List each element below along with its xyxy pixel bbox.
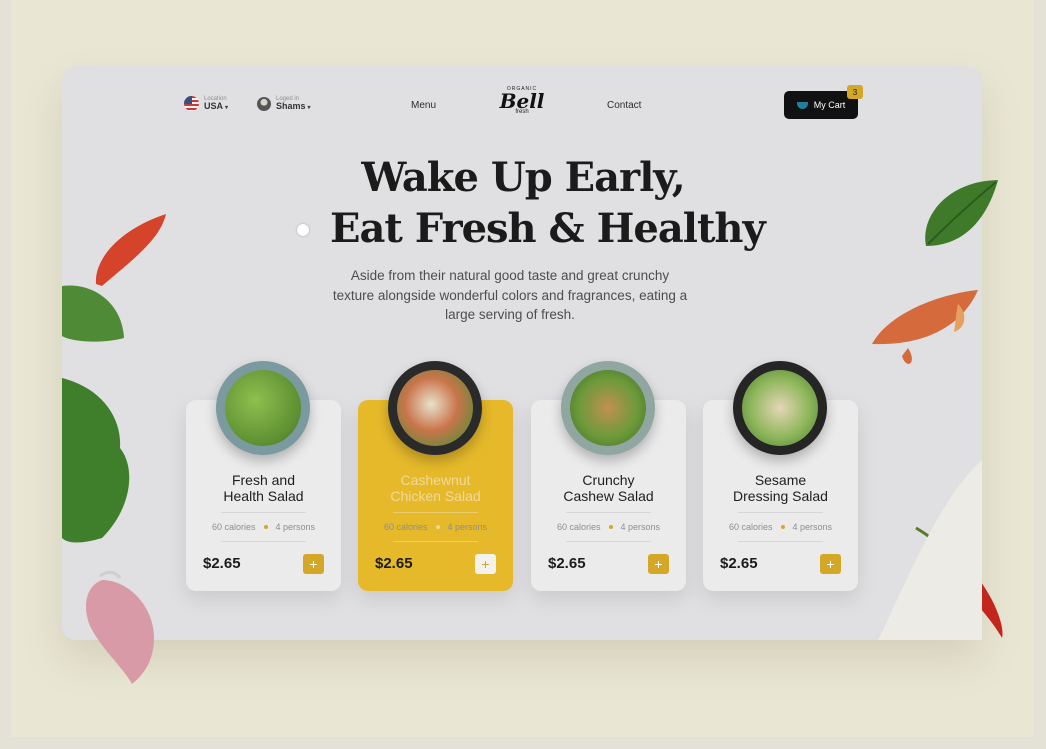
calories-label: 60 calories — [211, 522, 256, 532]
user-selector[interactable]: Loged in Shams ▾ — [257, 96, 311, 111]
product-price: $2.65 — [720, 555, 758, 572]
us-flag-icon — [184, 96, 199, 111]
hero-title-line1: Wake Up Early, — [361, 154, 685, 201]
product-meta: 60 calories 4 persons — [358, 512, 513, 542]
salad-bowl-image — [733, 361, 827, 455]
product-title: Crunchy Cashew Salad — [563, 472, 654, 504]
calories-label: 60 calories — [556, 522, 601, 532]
hero-title-line2: Eat Fresh & Healthy — [330, 205, 766, 252]
product-meta: 60 calories 4 persons — [703, 512, 858, 542]
salad-bowl-image — [561, 361, 655, 455]
add-to-cart-button[interactable]: + — [475, 554, 496, 574]
product-meta: 60 calories 4 persons — [531, 512, 686, 542]
persons-label: 4 persons — [620, 522, 661, 532]
tomato-slice-decoration — [872, 290, 978, 364]
logo-main-text: Bell — [499, 89, 545, 113]
caret-down-icon: ▾ — [307, 105, 311, 111]
product-price: $2.65 — [548, 555, 586, 572]
brand-logo[interactable]: ORGANIC Bell fresh — [492, 86, 552, 122]
nav-link-menu[interactable]: Menu — [411, 100, 436, 111]
bowl-icon — [796, 101, 808, 109]
persons-label: 4 persons — [275, 522, 316, 532]
add-to-cart-button[interactable]: + — [820, 554, 841, 574]
persons-label: 4 persons — [447, 522, 488, 532]
nav-link-contact[interactable]: Contact — [607, 100, 641, 111]
lettuce-bunch-decoration — [62, 378, 130, 543]
add-to-cart-button[interactable]: + — [648, 554, 669, 574]
hero-description: Aside from their natural good taste and … — [332, 268, 688, 322]
persons-label: 4 persons — [792, 522, 833, 532]
napkin-decoration — [878, 460, 982, 640]
lettuce-leaf-decoration — [62, 285, 124, 342]
calories-label: 60 calories — [728, 522, 773, 532]
salad-bowl-image — [216, 361, 310, 455]
cart-label: My Cart — [813, 100, 846, 110]
user-name: Shams — [276, 101, 306, 111]
red-pepper-decoration — [95, 214, 166, 286]
garlic-clove-decoration — [86, 570, 154, 684]
cursor-indicator — [297, 224, 309, 236]
location-value: USA — [204, 101, 224, 111]
product-title: Sesame Dressing Salad — [733, 472, 828, 504]
location-selector[interactable]: Location USA ▾ — [184, 96, 228, 111]
avatar-icon — [257, 96, 271, 111]
salad-bowl-image — [388, 361, 482, 455]
product-price: $2.65 — [203, 555, 241, 572]
product-meta: 60 calories 4 persons — [186, 512, 341, 542]
calories-label: 60 calories — [383, 522, 428, 532]
product-price: $2.65 — [375, 555, 413, 572]
caret-down-icon: ▾ — [225, 105, 229, 111]
product-title: Cashewnut Chicken Salad — [390, 472, 481, 504]
add-to-cart-button[interactable]: + — [303, 554, 324, 574]
product-title: Fresh and Health Salad — [223, 472, 304, 504]
cart-count-badge: 3 — [847, 85, 863, 99]
